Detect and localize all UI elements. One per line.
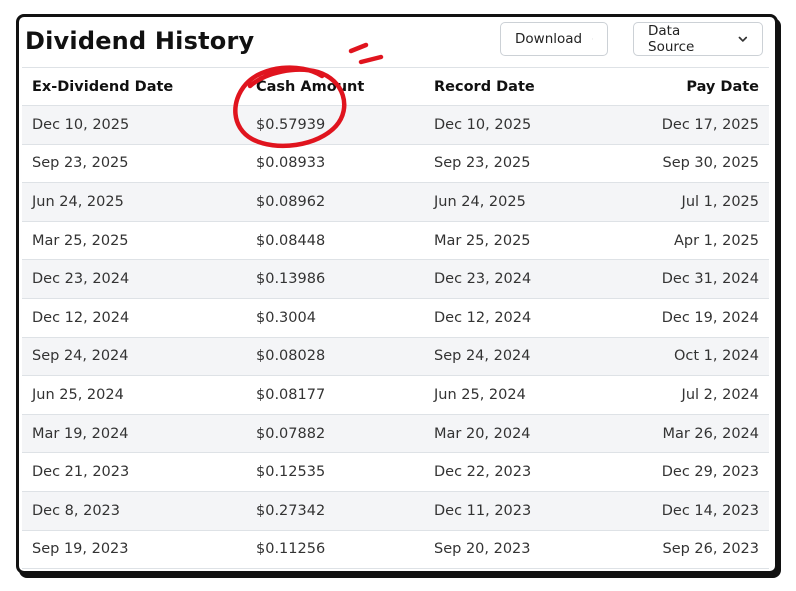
dividend-history-panel: Dividend History Download Data Source Ex… <box>16 14 778 574</box>
pay-date-cell: Jul 1, 2025 <box>606 182 769 222</box>
record-date-cell: Dec 12, 2024 <box>424 298 606 338</box>
table-row: Dec 10, 2025 $0.57939 Dec 10, 2025 Dec 1… <box>22 105 769 145</box>
record-date-cell: Dec 23, 2024 <box>424 259 606 299</box>
chevron-down-icon <box>592 38 593 40</box>
record-date-cell: Mar 25, 2025 <box>424 221 606 261</box>
ex-dividend-date-cell: Dec 10, 2025 <box>22 105 246 145</box>
pay-date-cell: Jul 2, 2024 <box>606 375 769 415</box>
chevron-down-icon <box>738 36 748 42</box>
table-row: Mar 25, 2025 $0.08448 Mar 25, 2025 Apr 1… <box>22 221 769 261</box>
ex-dividend-date-cell: Dec 12, 2024 <box>22 298 246 338</box>
table-row: Dec 12, 2024 $0.3004 Dec 12, 2024 Dec 19… <box>22 298 769 338</box>
pay-date-cell: Dec 14, 2023 <box>606 491 769 531</box>
record-date-cell: Dec 11, 2023 <box>424 491 606 531</box>
cash-amount-cell: $0.08177 <box>246 375 424 415</box>
ex-dividend-date-cell: Dec 21, 2023 <box>22 452 246 492</box>
cash-amount-cell: $0.3004 <box>246 298 424 338</box>
record-date-cell: Dec 22, 2023 <box>424 452 606 492</box>
table-row: Sep 24, 2024 $0.08028 Sep 24, 2024 Oct 1… <box>22 337 769 377</box>
record-date-cell: Sep 24, 2024 <box>424 337 606 377</box>
record-date-cell: Sep 20, 2023 <box>424 530 606 570</box>
cash-amount-cell: $0.08448 <box>246 221 424 261</box>
cash-amount-cell: $0.27342 <box>246 491 424 531</box>
download-button[interactable]: Download <box>500 22 608 56</box>
ex-dividend-date-cell: Sep 23, 2025 <box>22 144 246 184</box>
table-row: Mar 19, 2024 $0.07882 Mar 20, 2024 Mar 2… <box>22 414 769 454</box>
table-row: Sep 19, 2023 $0.11256 Sep 20, 2023 Sep 2… <box>22 530 769 570</box>
data-source-button-label: Data Source <box>648 23 695 55</box>
pay-date-cell: Mar 26, 2024 <box>606 414 769 454</box>
column-header-record-date[interactable]: Record Date <box>424 67 606 106</box>
record-date-cell: Jun 25, 2024 <box>424 375 606 415</box>
cash-amount-cell: $0.57939 <box>246 105 424 145</box>
cash-amount-cell: $0.11256 <box>246 530 424 570</box>
ex-dividend-date-cell: Jun 24, 2025 <box>22 182 246 222</box>
cash-amount-cell: $0.13986 <box>246 259 424 299</box>
table-header-row: Ex-Dividend Date Cash Amount Record Date… <box>22 67 769 106</box>
ex-dividend-date-cell: Sep 19, 2023 <box>22 530 246 570</box>
table-row: Dec 21, 2023 $0.12535 Dec 22, 2023 Dec 2… <box>22 452 769 492</box>
record-date-cell: Dec 10, 2025 <box>424 105 606 145</box>
data-source-button[interactable]: Data Source <box>633 22 763 56</box>
column-header-ex-dividend-date[interactable]: Ex-Dividend Date <box>22 67 246 106</box>
table-row: Jun 24, 2025 $0.08962 Jun 24, 2025 Jul 1… <box>22 182 769 222</box>
column-header-pay-date[interactable]: Pay Date <box>606 67 769 106</box>
page-title: Dividend History <box>25 27 255 55</box>
cash-amount-cell: $0.08962 <box>246 182 424 222</box>
table-row: Dec 8, 2023 $0.27342 Dec 11, 2023 Dec 14… <box>22 491 769 531</box>
record-date-cell: Mar 20, 2024 <box>424 414 606 454</box>
ex-dividend-date-cell: Mar 19, 2024 <box>22 414 246 454</box>
panel-header: Dividend History Download Data Source <box>19 17 775 67</box>
download-button-label: Download <box>515 31 583 47</box>
pay-date-cell: Apr 1, 2025 <box>606 221 769 261</box>
dividend-table: Ex-Dividend Date Cash Amount Record Date… <box>22 67 769 570</box>
pay-date-cell: Dec 17, 2025 <box>606 105 769 145</box>
record-date-cell: Sep 23, 2025 <box>424 144 606 184</box>
ex-dividend-date-cell: Dec 23, 2024 <box>22 259 246 299</box>
cash-amount-cell: $0.07882 <box>246 414 424 454</box>
ex-dividend-date-cell: Sep 24, 2024 <box>22 337 246 377</box>
record-date-cell: Jun 24, 2025 <box>424 182 606 222</box>
ex-dividend-date-cell: Mar 25, 2025 <box>22 221 246 261</box>
table-row: Sep 23, 2025 $0.08933 Sep 23, 2025 Sep 3… <box>22 144 769 184</box>
pay-date-cell: Dec 29, 2023 <box>606 452 769 492</box>
column-header-cash-amount[interactable]: Cash Amount <box>246 67 424 106</box>
cash-amount-cell: $0.12535 <box>246 452 424 492</box>
pay-date-cell: Dec 31, 2024 <box>606 259 769 299</box>
cash-amount-cell: $0.08028 <box>246 337 424 377</box>
pay-date-cell: Dec 19, 2024 <box>606 298 769 338</box>
pay-date-cell: Sep 30, 2025 <box>606 144 769 184</box>
table-row: Dec 23, 2024 $0.13986 Dec 23, 2024 Dec 3… <box>22 259 769 299</box>
ex-dividend-date-cell: Dec 8, 2023 <box>22 491 246 531</box>
cash-amount-cell: $0.08933 <box>246 144 424 184</box>
pay-date-cell: Sep 26, 2023 <box>606 530 769 570</box>
table-row: Jun 25, 2024 $0.08177 Jun 25, 2024 Jul 2… <box>22 375 769 415</box>
ex-dividend-date-cell: Jun 25, 2024 <box>22 375 246 415</box>
pay-date-cell: Oct 1, 2024 <box>606 337 769 377</box>
